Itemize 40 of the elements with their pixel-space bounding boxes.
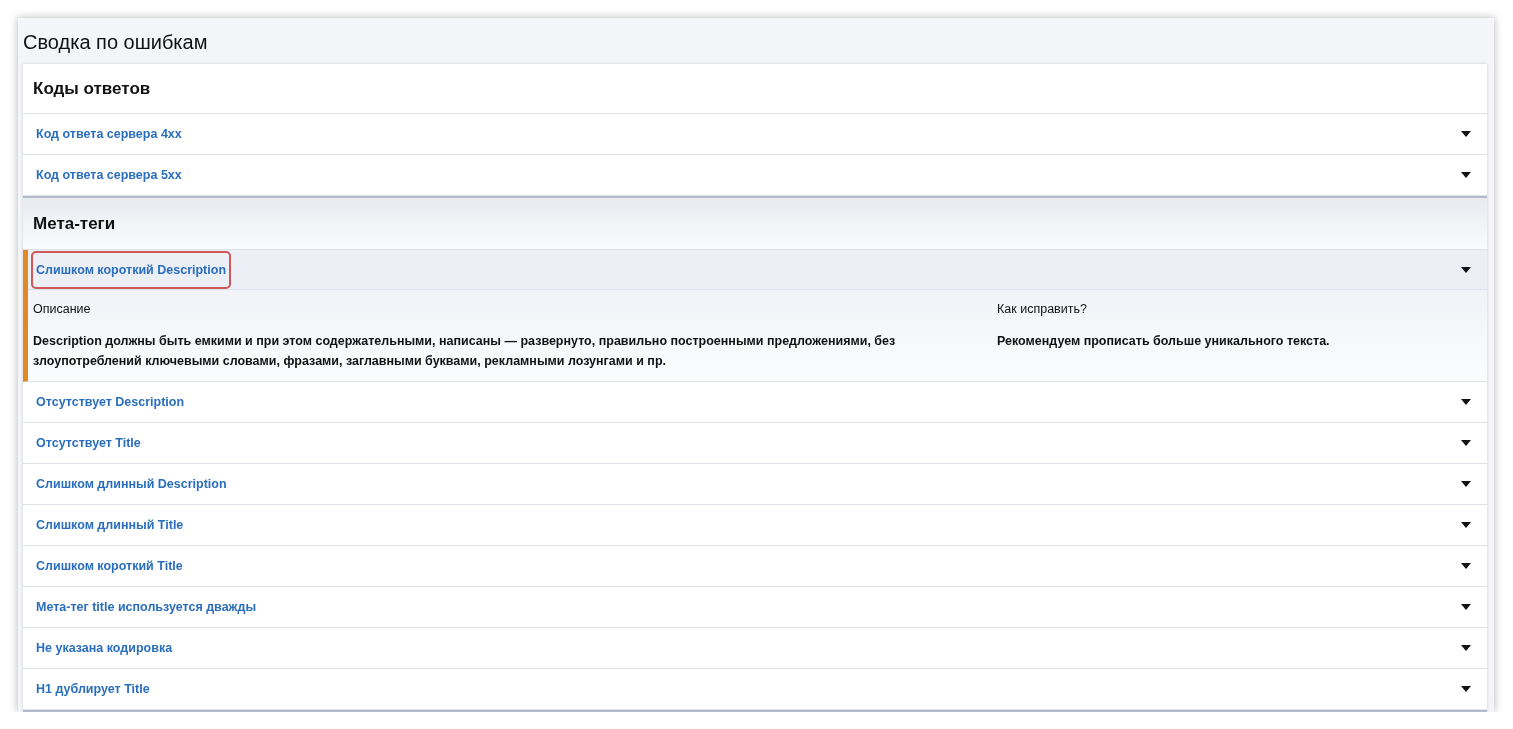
accordion-header[interactable]: Отсутствует Description: [23, 382, 1487, 422]
accordion-header[interactable]: H1 дублирует Title: [23, 669, 1487, 709]
issue-link[interactable]: Слишком короткий Description: [33, 252, 230, 287]
accordion-header[interactable]: Мета-тег title используется дважды: [23, 587, 1487, 627]
section-title: Мета-теги: [23, 198, 1487, 250]
issue-link[interactable]: Отсутствует Title: [33, 426, 144, 460]
issue-link[interactable]: Слишком короткий Title: [33, 549, 186, 583]
caret-icon[interactable]: [1461, 686, 1471, 692]
issue-link[interactable]: H1 дублирует Title: [33, 672, 153, 706]
caret-icon[interactable]: [1461, 266, 1471, 273]
accordion-header[interactable]: Отсутствует Title: [23, 423, 1487, 463]
caret-icon[interactable]: [1461, 399, 1471, 405]
issue-link[interactable]: Код ответа сервера 5xx: [33, 158, 185, 192]
accordion-header[interactable]: Не указана кодировка: [23, 628, 1487, 668]
accordion-header[interactable]: Слишком короткий Title: [23, 546, 1487, 586]
caret-icon[interactable]: [1461, 522, 1471, 528]
caret-icon[interactable]: [1461, 172, 1471, 178]
accordion-header[interactable]: Слишком длинный Title: [23, 505, 1487, 545]
caret-icon[interactable]: [1461, 645, 1471, 651]
description-label: Описание: [33, 302, 92, 316]
accordion-header[interactable]: Код ответа сервера 4xx: [23, 114, 1487, 154]
accordion-header[interactable]: Слишком длинный Description: [23, 464, 1487, 504]
issue-link[interactable]: Слишком длинный Title: [33, 508, 187, 542]
description-text: Description должны быть емкими и при этом содержательными, написаны — развернуто, правильно построенными предложениями, без злоупотреблений ключевыми словами, фразами, заглавными буквами, рекламными лозунгами и пр.: [33, 333, 897, 370]
accordion-header[interactable]: Код ответа сервера 5xx: [23, 155, 1487, 195]
section-title: Коды ответов: [23, 64, 1487, 114]
issue-link[interactable]: Мета-тег title используется дважды: [33, 590, 260, 624]
issue-link[interactable]: Отсутствует Description: [33, 385, 188, 419]
accordion-header[interactable]: Слишком короткий Description: [28, 250, 1487, 290]
caret-icon[interactable]: [1461, 440, 1471, 446]
caret-icon[interactable]: [1461, 131, 1471, 137]
issue-link[interactable]: Не указана кодировка: [33, 631, 176, 665]
issue-link[interactable]: Код ответа сервера 4xx: [33, 117, 185, 151]
page-title: Сводка по ошибкам: [23, 29, 209, 55]
fix-label: Как исправить?: [997, 302, 1088, 316]
caret-icon[interactable]: [1461, 604, 1471, 610]
issue-link[interactable]: Слишком длинный Description: [33, 467, 230, 501]
fix-text: Рекомендуем прописать больше уникального текста.: [997, 333, 1331, 350]
caret-icon[interactable]: [1461, 481, 1471, 487]
caret-icon[interactable]: [1461, 563, 1471, 569]
